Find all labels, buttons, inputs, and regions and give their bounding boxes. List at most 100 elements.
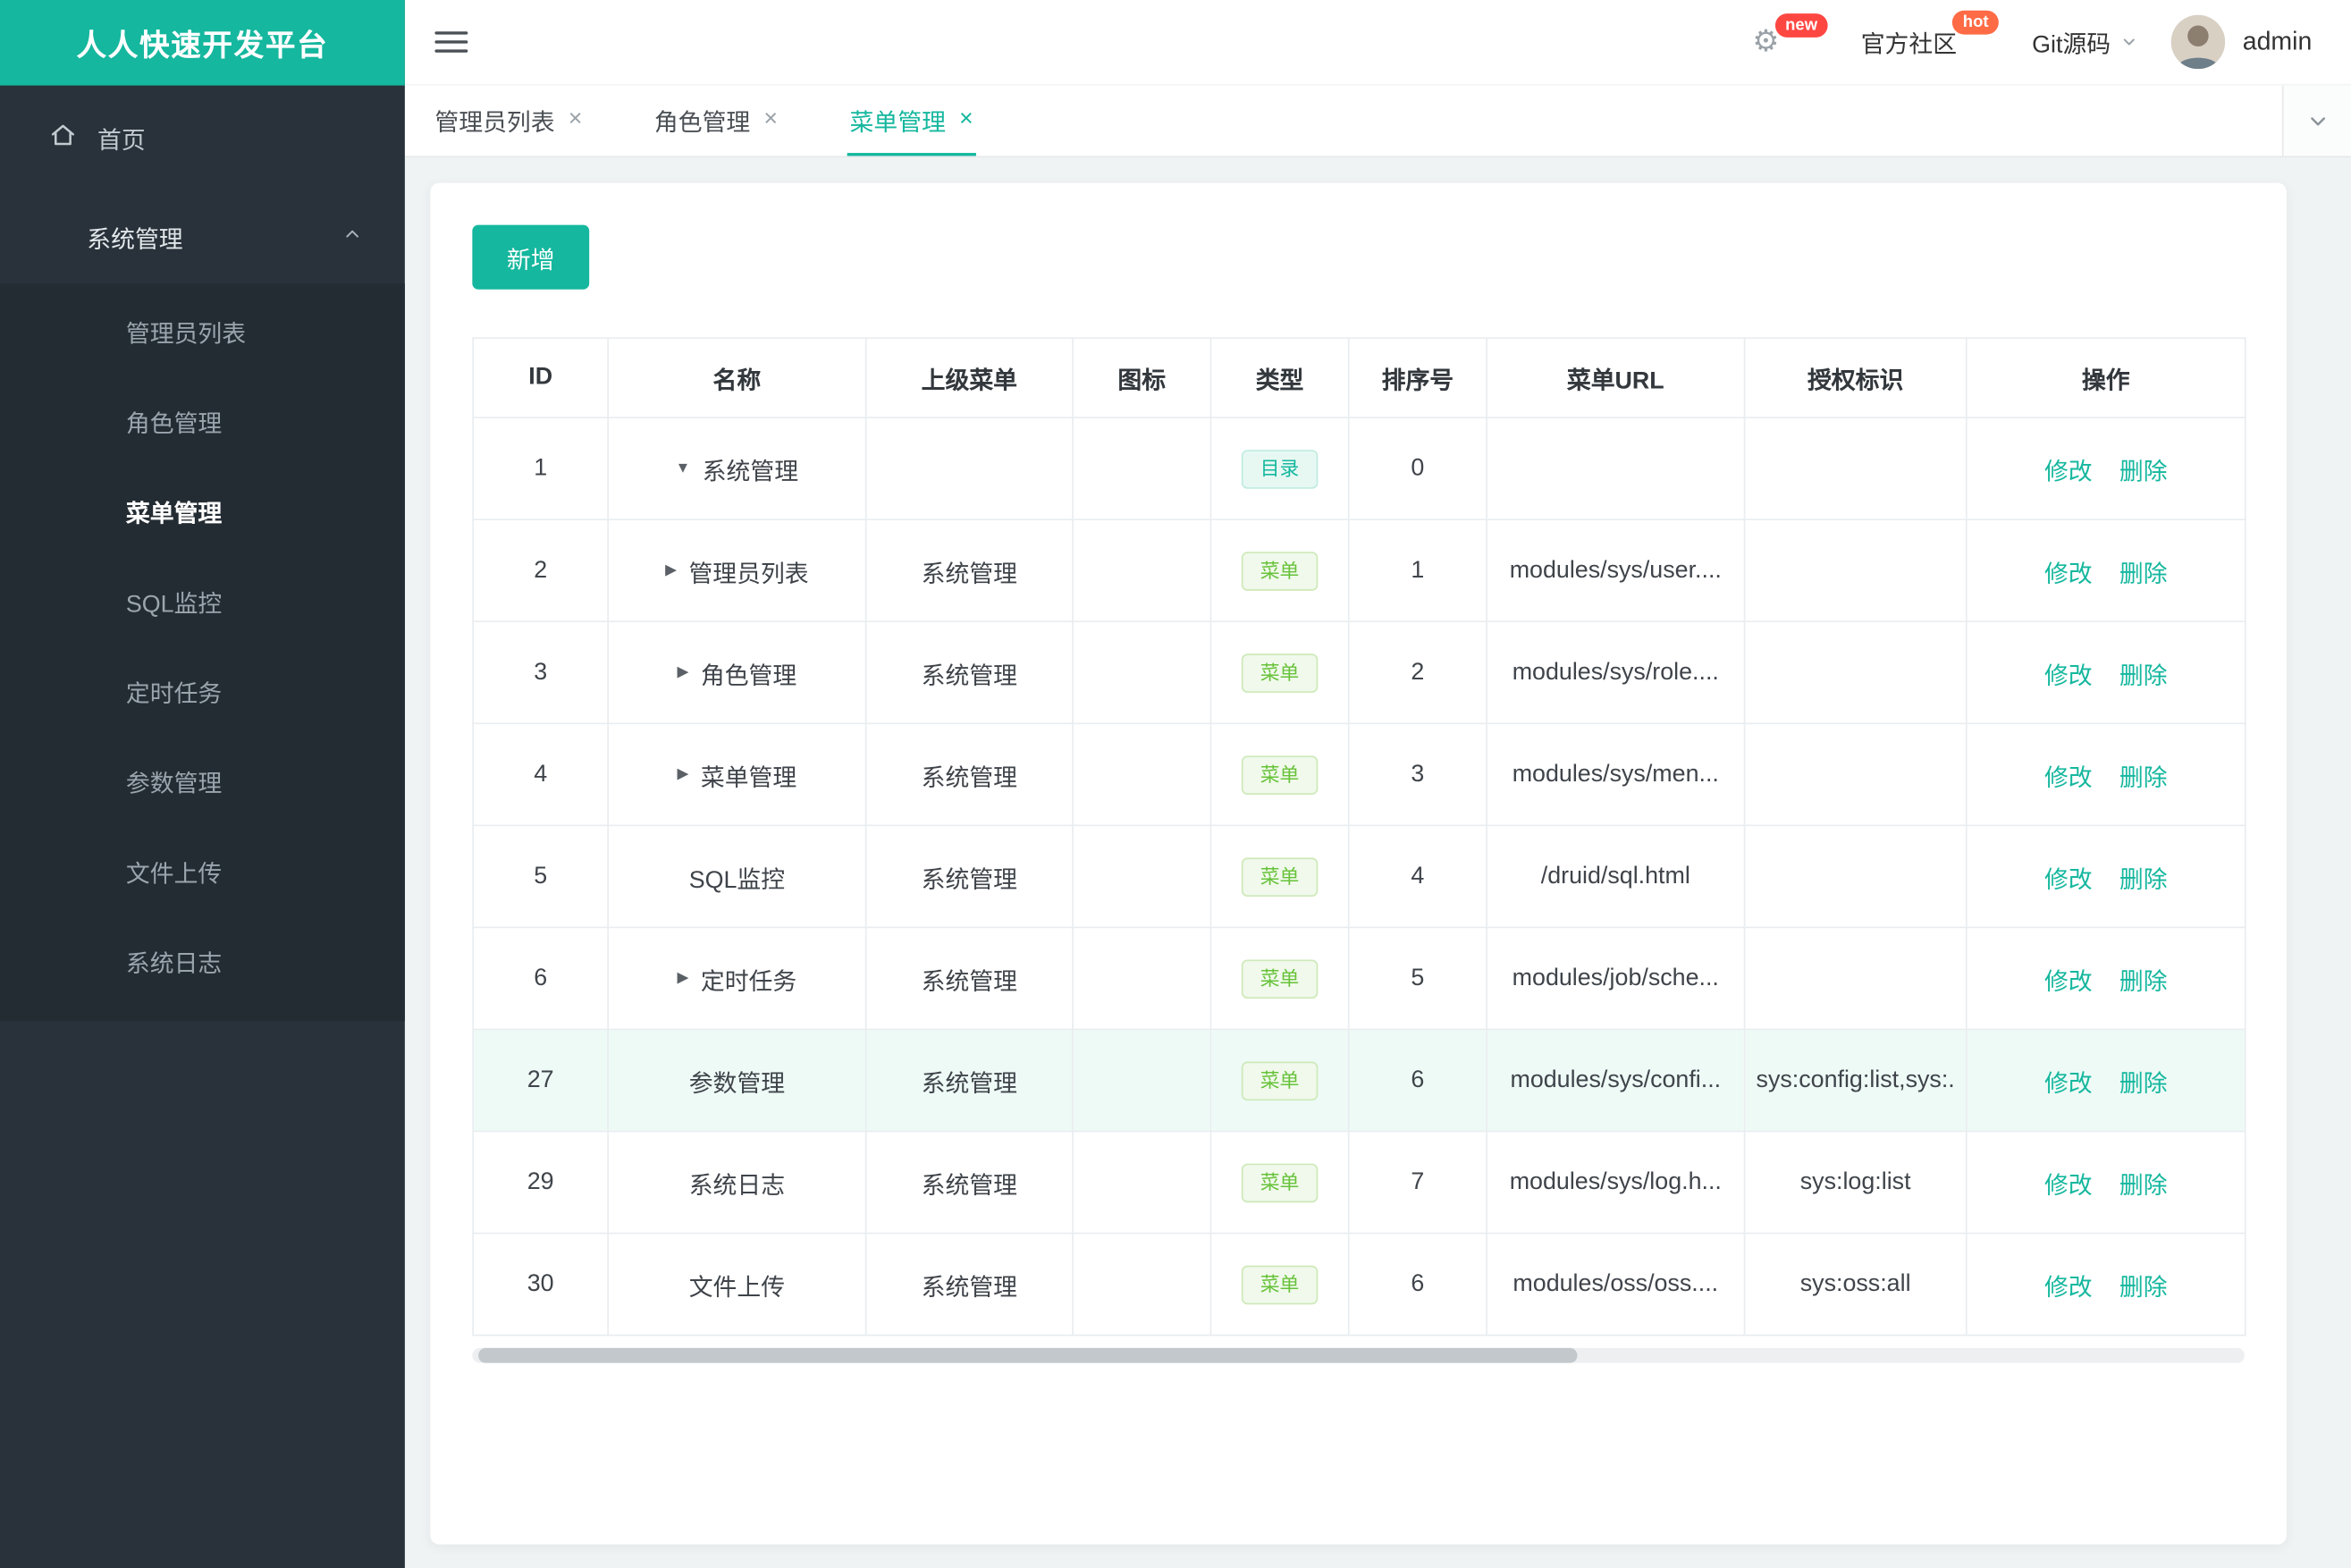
sidebar-group-system[interactable]: 系统管理 xyxy=(0,190,405,283)
perm-identifier: sys:oss:all xyxy=(1799,1270,1911,1297)
git-source-link[interactable]: Git源码 xyxy=(2032,24,2137,60)
menu-url: modules/sys/user.... xyxy=(1509,557,1722,583)
delete-link[interactable]: 删除 xyxy=(2119,969,2168,995)
parent-menu: 系统管理 xyxy=(921,867,1018,893)
edit-link[interactable]: 修改 xyxy=(2044,1173,2093,1199)
scrollbar-thumb[interactable] xyxy=(478,1347,1578,1363)
add-button[interactable]: 新增 xyxy=(472,224,590,290)
menu-url: modules/oss/oss.... xyxy=(1513,1270,1719,1297)
parent-menu: 系统管理 xyxy=(921,969,1018,995)
table-row: 4 ▶ 菜单管理 系统管理 菜单 3 modules/sys/men... 修改… xyxy=(472,722,2246,827)
chevron-down-icon xyxy=(2123,38,2135,46)
gear-icon[interactable]: ⚙ xyxy=(1752,27,1779,57)
edit-link[interactable]: 修改 xyxy=(2044,969,2093,995)
type-tag: 菜单 xyxy=(1242,754,1318,795)
row-id: 29 xyxy=(527,1168,554,1194)
sidebar-item[interactable]: 管理员列表 xyxy=(0,286,405,376)
parent-menu: 系统管理 xyxy=(921,1071,1018,1097)
parent-menu: 系统管理 xyxy=(921,1275,1018,1302)
edit-link[interactable]: 修改 xyxy=(2044,867,2093,893)
expand-arrow-icon[interactable]: ▶ xyxy=(678,766,689,782)
expand-arrow-icon[interactable]: ▶ xyxy=(665,562,677,578)
delete-link[interactable]: 删除 xyxy=(2119,663,2168,689)
edit-link[interactable]: 修改 xyxy=(2044,663,2093,689)
horizontal-scrollbar xyxy=(472,1347,2245,1363)
table-header-row: ID 名称 上级菜单 图标 类型 排序号 菜单URL 授权标识 操作 xyxy=(472,337,2246,418)
sidebar-group-label: 系统管理 xyxy=(87,227,183,254)
user-menu[interactable]: admin xyxy=(2170,14,2313,70)
menu-toggle-icon[interactable] xyxy=(434,31,468,53)
table-row: 30 文件上传 系统管理 菜单 6 modules/oss/oss.... sy… xyxy=(472,1232,2246,1336)
expand-arrow-icon[interactable]: ▶ xyxy=(678,970,689,986)
sidebar-item-label: SQL监控 xyxy=(125,592,223,619)
edit-link[interactable]: 修改 xyxy=(2044,1071,2093,1097)
sidebar-item[interactable]: 角色管理 xyxy=(0,376,405,467)
column-header: 操作 xyxy=(1965,337,2246,418)
community-link[interactable]: 官方社区 xyxy=(1861,24,1957,60)
order-number: 7 xyxy=(1411,1168,1425,1194)
type-tag: 菜单 xyxy=(1242,653,1318,693)
table-row: 5 SQL监控 系统管理 菜单 4 /druid/sql.html 修改 删除 xyxy=(472,824,2246,929)
parent-menu: 系统管理 xyxy=(921,765,1018,791)
menu-name: 文件上传 xyxy=(688,1275,786,1302)
tab-label: 管理员列表 xyxy=(434,110,555,136)
tab-close-icon[interactable]: × xyxy=(959,106,973,131)
content-area: 新增 ID 名称 上级菜单 图标 类型 排序号 菜单URL 授权标识 操作 1 ▼ xyxy=(405,157,2351,1568)
edit-link[interactable]: 修改 xyxy=(2044,459,2093,485)
delete-link[interactable]: 删除 xyxy=(2119,867,2168,893)
parent-menu: 系统管理 xyxy=(921,561,1018,587)
tab-label: 菜单管理 xyxy=(849,110,946,136)
row-id: 27 xyxy=(527,1066,554,1092)
sidebar-item[interactable]: 定时任务 xyxy=(0,646,405,737)
menu-url: modules/job/sche... xyxy=(1512,965,1719,991)
perm-identifier: sys:log:list xyxy=(1799,1168,1911,1194)
row-id: 30 xyxy=(527,1270,554,1297)
sidebar-item[interactable]: 系统日志 xyxy=(0,916,405,1007)
delete-link[interactable]: 删除 xyxy=(2119,1276,2168,1302)
delete-link[interactable]: 删除 xyxy=(2119,561,2168,587)
topbar-right: ⚙ new 官方社区 hot Git源码 admin xyxy=(1752,10,2313,70)
menu-table: ID 名称 上级菜单 图标 类型 排序号 菜单URL 授权标识 操作 1 ▼ 系统管理 目录 0… xyxy=(472,337,2246,1336)
menu-name: 菜单管理 xyxy=(700,765,797,791)
sidebar-item[interactable]: SQL监控 xyxy=(0,556,405,646)
expand-arrow-icon[interactable]: ▶ xyxy=(678,664,689,680)
delete-link[interactable]: 删除 xyxy=(2119,765,2168,791)
column-header: 授权标识 xyxy=(1743,337,1968,418)
sidebar-item-home[interactable]: 首页 xyxy=(0,86,405,190)
sidebar-item[interactable]: 菜单管理 xyxy=(0,467,405,557)
tab-close-icon[interactable]: × xyxy=(569,106,583,131)
chevron-up-icon xyxy=(341,223,362,251)
sidebar-item-label: 系统日志 xyxy=(125,952,223,978)
top-bar: ⚙ new 官方社区 hot Git源码 admin xyxy=(404,0,2351,86)
tab-close-icon[interactable]: × xyxy=(763,106,778,131)
sidebar-item-label: 定时任务 xyxy=(125,682,223,708)
home-icon xyxy=(49,121,76,156)
sidebar-item[interactable]: 参数管理 xyxy=(0,737,405,827)
type-tag: 目录 xyxy=(1242,449,1318,488)
tab[interactable]: 管理员列表 × xyxy=(432,86,586,156)
sidebar-home-label: 首页 xyxy=(97,129,146,155)
username: admin xyxy=(2242,27,2313,56)
expand-arrow-icon[interactable]: ▼ xyxy=(676,460,691,476)
menu-url: modules/sys/log.h... xyxy=(1509,1168,1722,1194)
settings-group: ⚙ new xyxy=(1752,13,1828,57)
row-id: 5 xyxy=(534,863,548,889)
community-group: 官方社区 hot xyxy=(1861,10,2000,60)
edit-link[interactable]: 修改 xyxy=(2044,561,2093,587)
edit-link[interactable]: 修改 xyxy=(2044,1276,2093,1302)
edit-link[interactable]: 修改 xyxy=(2044,765,2093,791)
delete-link[interactable]: 删除 xyxy=(2119,1173,2168,1199)
column-header: 类型 xyxy=(1209,337,1350,418)
tabs-collapse-button[interactable] xyxy=(2281,85,2351,156)
column-header: 图标 xyxy=(1072,337,1212,418)
sidebar-item-label: 文件上传 xyxy=(125,862,223,888)
tab[interactable]: 角色管理 × xyxy=(652,86,781,156)
order-number: 6 xyxy=(1411,1270,1425,1297)
order-number: 1 xyxy=(1411,557,1425,583)
sidebar-item-label: 参数管理 xyxy=(125,771,223,798)
tab[interactable]: 菜单管理 × xyxy=(847,86,977,156)
delete-link[interactable]: 删除 xyxy=(2119,459,2168,485)
sidebar-item-label: 菜单管理 xyxy=(125,502,223,528)
sidebar-item[interactable]: 文件上传 xyxy=(0,826,405,916)
delete-link[interactable]: 删除 xyxy=(2119,1071,2168,1097)
